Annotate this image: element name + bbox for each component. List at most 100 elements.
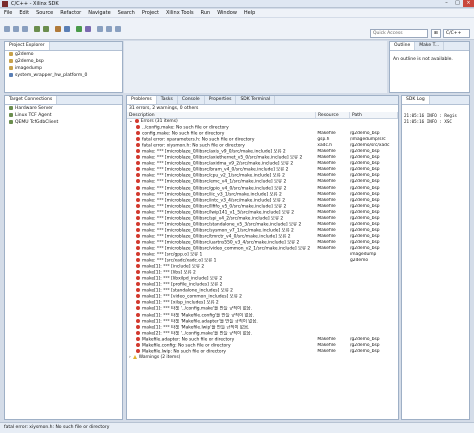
menu-help[interactable]: Help (244, 10, 255, 16)
tab-target-connections[interactable]: Target Connections (5, 96, 58, 104)
debug-icon[interactable] (85, 26, 91, 32)
problem-description-text: make: *** [src/xadc/xadc.o] 오류 1 (142, 258, 217, 264)
xsct-console-icon[interactable] (64, 26, 70, 32)
error-icon (136, 131, 140, 136)
problem-description-text: make: *** [microblaze_0/libsrc/gpio_v4_0… (142, 186, 287, 192)
problem-description-text: make: *** [microblaze_0/libsrc/axidma_v9… (142, 161, 294, 167)
tree-item-project[interactable]: imagedump (5, 65, 122, 72)
tab-make-targets[interactable]: Make T... (415, 42, 445, 50)
menu-edit[interactable]: Edit (19, 10, 29, 16)
open-perspective-icon[interactable]: ⊞ (431, 29, 441, 38)
problem-description-text: make: *** [microblaze_0/libsrc/standalon… (142, 222, 302, 228)
connection-icon (9, 119, 13, 124)
outline-tabs: Outline Make T... (390, 42, 469, 51)
tab-properties[interactable]: Properties (205, 96, 237, 104)
problem-description-text: make: *** [microblaze_0/libsrc/emc_v4_1/… (142, 179, 287, 185)
menu-window[interactable]: Window (217, 10, 237, 16)
tree-item-connection[interactable]: Hardware Server (5, 105, 122, 112)
tab-sdk-log[interactable]: SDK Log (402, 96, 430, 104)
menu-source[interactable]: Source (36, 10, 53, 16)
problem-description-text: make[2]: *** 타겟 '../config.make'를 만들 규칙이… (142, 331, 253, 337)
hw-platform-icon (9, 72, 13, 77)
connection-icon (9, 105, 13, 110)
close-button[interactable]: × (463, 0, 474, 7)
error-icon (136, 125, 140, 130)
outline-panel: Outline Make T... An outline is not avai… (389, 41, 470, 93)
problem-description-text: ../config.make: No such file or director… (142, 125, 229, 131)
problem-description-text: make: *** [microblaze_0/libsrc/uartns550… (142, 240, 300, 246)
error-icon (136, 197, 140, 202)
problem-description-text: make[1]: *** [video_common_includes] 오류 … (142, 294, 242, 300)
column-description[interactable]: Description (127, 112, 316, 118)
menu-project[interactable]: Project (142, 10, 159, 16)
error-icon (136, 191, 140, 196)
problem-description-text: make: *** [microblaze_0/libsrc/bram_v4_0… (142, 167, 289, 173)
build-all-icon[interactable] (43, 26, 49, 32)
quick-access-input[interactable]: Quick Access (370, 29, 428, 38)
error-icon (136, 306, 140, 311)
perspective-cpp-button[interactable]: C/C++ (443, 29, 470, 38)
tree-item-connection[interactable]: QEMU TcfGdbClient (5, 119, 122, 126)
tab-console[interactable]: Console (178, 96, 205, 104)
column-path[interactable]: Path (350, 112, 398, 118)
problem-description-text: make: *** [microblaze_0/libsrc/iic_v3_1/… (142, 192, 282, 198)
menu-search[interactable]: Search (118, 10, 135, 16)
error-icon (136, 318, 140, 323)
menu-refactor[interactable]: Refactor (60, 10, 81, 16)
problem-description-text: make: *** [microblaze_0/libsrc/video_com… (142, 246, 311, 252)
save-all-icon[interactable] (22, 26, 28, 32)
forward-icon[interactable] (115, 26, 121, 32)
target-connections-panel: Target Connections Hardware Server Linux… (4, 95, 123, 420)
problem-description-text: make: *** [src/gpp.o] 오류 1 (142, 252, 203, 258)
error-icon (136, 185, 140, 190)
tab-outline[interactable]: Outline (390, 42, 416, 50)
maximize-button[interactable]: □ (452, 0, 463, 7)
run-icon[interactable] (76, 26, 82, 32)
new-icon[interactable] (4, 26, 10, 32)
error-icon (136, 282, 140, 287)
problem-description-text: make: *** [microblaze_0/libsrc/sysmon_v7… (142, 228, 294, 234)
error-icon (136, 215, 140, 220)
error-icon (136, 294, 140, 299)
tree-item-project[interactable]: g2demo (5, 51, 122, 58)
menu-xilinx-tools[interactable]: Xilinx Tools (166, 10, 194, 16)
problem-description-text: make[1]: *** 타겟 'Makefile.lwip'를 만들 규칙이 … (142, 325, 250, 331)
tab-sdk-terminal[interactable]: SDK Terminal (236, 96, 276, 104)
error-icon (136, 203, 140, 208)
menu-bar: File Edit Source Refactor Navigate Searc… (0, 9, 474, 17)
problem-description-text: make[1]: *** [standalone_includes] 오류 2 (142, 288, 233, 294)
menu-navigate[interactable]: Navigate (88, 10, 110, 16)
problem-description-text: fatal error: xparameters.h: No such file… (142, 137, 255, 143)
connection-icon (9, 112, 13, 117)
warnings-group[interactable]: › Warnings (2 items) (127, 354, 398, 361)
program-fpga-icon[interactable] (55, 26, 61, 32)
error-icon (136, 233, 140, 238)
error-icon (134, 119, 139, 123)
error-icon (136, 143, 140, 148)
menu-file[interactable]: File (4, 10, 12, 16)
column-resource[interactable]: Resource (316, 112, 350, 118)
minimize-button[interactable]: – (441, 0, 452, 7)
menu-run[interactable]: Run (201, 10, 211, 16)
problem-description-text: config.make: No such file or directory (142, 131, 225, 137)
error-icon (136, 245, 140, 250)
tab-problems[interactable]: Problems (127, 96, 157, 104)
build-icon[interactable] (34, 26, 40, 32)
problem-description-text: make: *** [microblaze_0/libsrc/spi_v4_2/… (142, 216, 284, 222)
save-icon[interactable] (13, 26, 19, 32)
tree-item-project[interactable]: system_wrapper_hw_platform_0 (5, 72, 122, 79)
tree-item-connection[interactable]: Linux TCF Agent (5, 112, 122, 119)
error-icon (136, 264, 140, 269)
tab-project-explorer[interactable]: Project Explorer (5, 42, 50, 50)
problem-description-text: fatal error: xiysmon.h: No such file or … (142, 143, 245, 149)
expand-icon: › (129, 354, 131, 360)
back-icon[interactable] (106, 26, 112, 32)
search-icon[interactable] (97, 26, 103, 32)
error-icon (136, 221, 140, 226)
tab-tasks[interactable]: Tasks (157, 96, 178, 104)
tree-item-project[interactable]: g2demo_bsp (5, 58, 122, 65)
folder-icon (9, 58, 13, 63)
problem-description-text: make: *** [microblaze_0/libsrc/llfifo_v5… (142, 204, 287, 210)
folder-icon (9, 65, 13, 70)
problem-description-text: make: *** [microblaze_0/libsrc/cpu_v2_1/… (142, 173, 285, 179)
